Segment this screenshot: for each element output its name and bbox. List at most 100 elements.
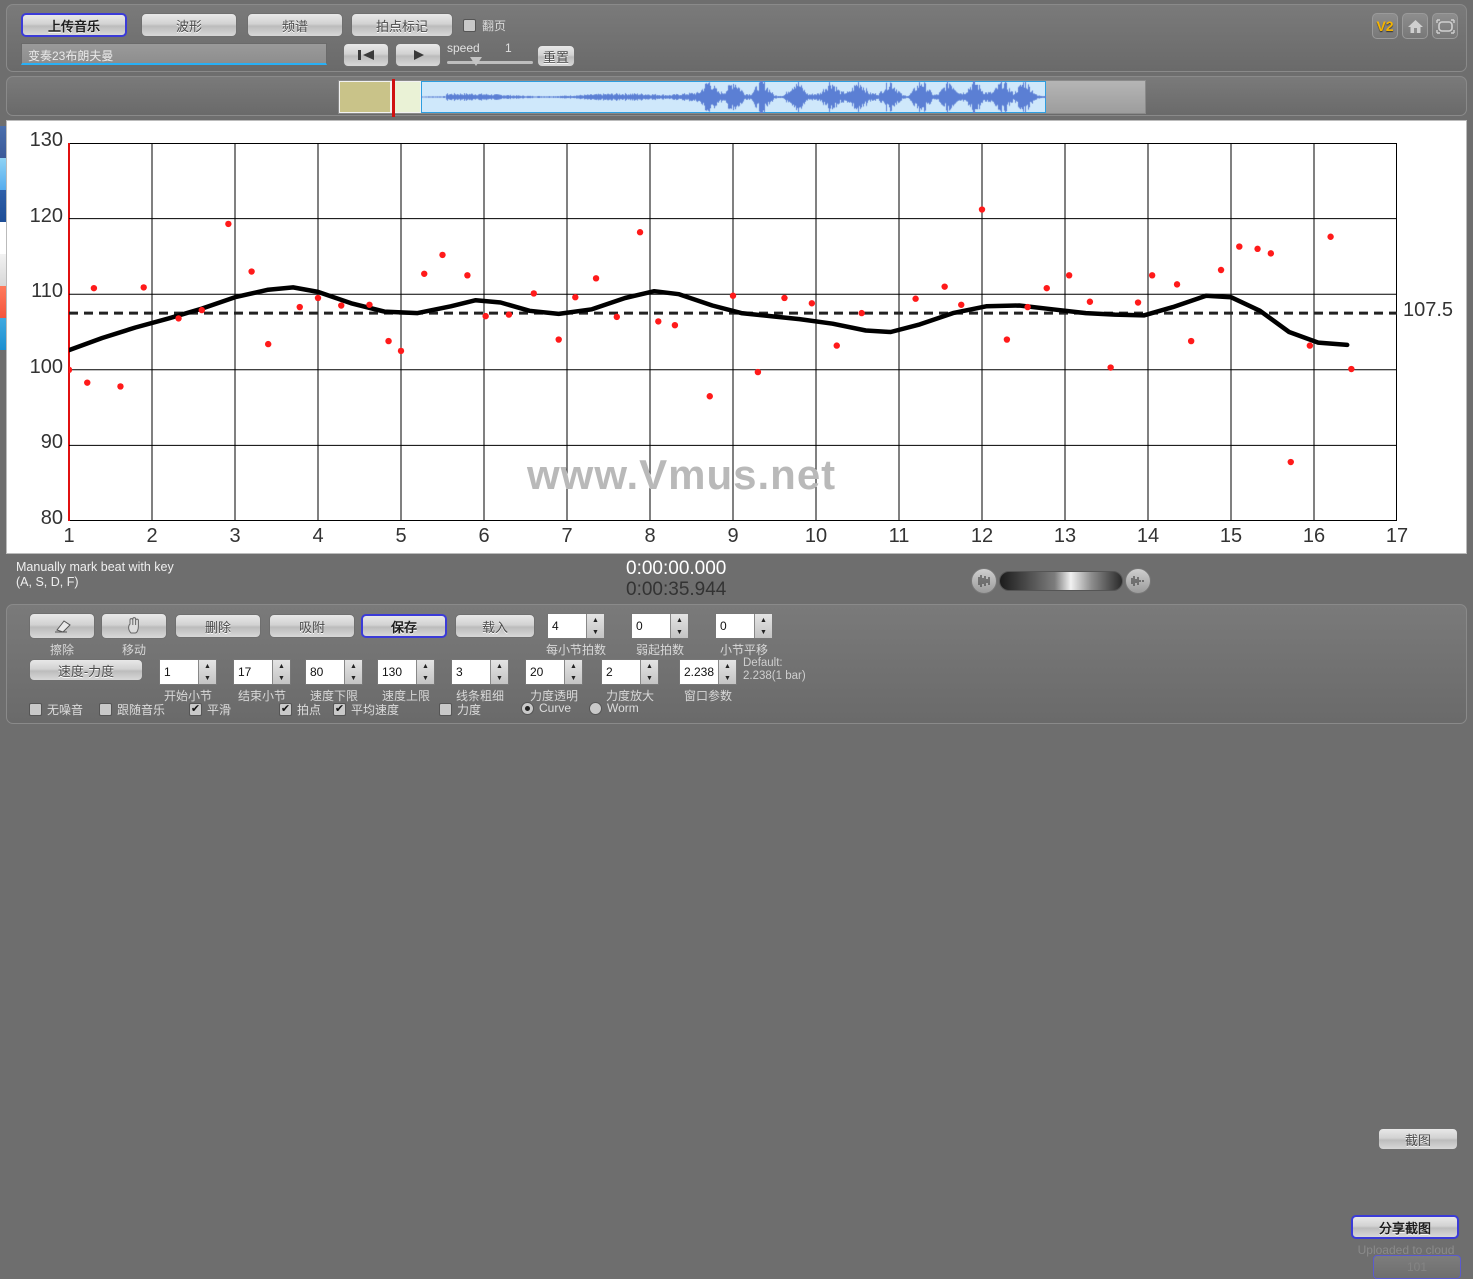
- spinner-up-icon[interactable]: ▲: [671, 614, 688, 626]
- page-turn-checkbox[interactable]: 翻页: [463, 17, 506, 34]
- radio-worm[interactable]: Worm: [589, 701, 639, 715]
- spinner-value[interactable]: 2: [602, 665, 640, 679]
- spinner-arrows[interactable]: ▲ ▼: [344, 660, 362, 684]
- checkbox-平滑[interactable]: ✔ 平滑: [189, 701, 231, 718]
- spinner-arrows[interactable]: ▲ ▼: [670, 614, 688, 638]
- waveform-small-icon[interactable]: [971, 568, 997, 594]
- spinner-arrows[interactable]: ▲ ▼: [564, 660, 582, 684]
- spinner-up-icon[interactable]: ▲: [491, 660, 508, 672]
- waveform-button[interactable]: 波形: [141, 13, 237, 37]
- spinner-field[interactable]: 130 ▲ ▼: [377, 659, 435, 685]
- speed-track[interactable]: [447, 61, 533, 64]
- waveform-dense-icon[interactable]: [1125, 568, 1151, 594]
- spinner-down-icon[interactable]: ▼: [641, 672, 658, 684]
- save-button[interactable]: 保存: [361, 614, 447, 638]
- checkbox-box[interactable]: [439, 703, 452, 716]
- spectrum-button[interactable]: 频谱: [247, 13, 343, 37]
- fullscreen-icon[interactable]: [1432, 13, 1458, 39]
- share-screenshot-button[interactable]: 分享截图: [1351, 1215, 1459, 1239]
- filename-input[interactable]: 变奏23布朗夫曼: [21, 43, 327, 65]
- spinner-value[interactable]: 0: [716, 619, 754, 633]
- spinner-up-icon[interactable]: ▲: [641, 660, 658, 672]
- spinner-down-icon[interactable]: ▼: [491, 672, 508, 684]
- radio-circle[interactable]: [589, 701, 602, 715]
- spinner-down-icon[interactable]: ▼: [587, 626, 604, 638]
- spinner-up-icon[interactable]: ▲: [587, 614, 604, 626]
- spinner-field[interactable]: 0 ▲ ▼: [631, 613, 689, 639]
- waveform-region-light[interactable]: [391, 81, 421, 113]
- checkbox-box[interactable]: [463, 19, 476, 32]
- spinner-value[interactable]: 130: [378, 665, 416, 679]
- spinner-field[interactable]: 20 ▲ ▼: [525, 659, 583, 685]
- volume-slider[interactable]: [971, 568, 1151, 594]
- play-button[interactable]: [395, 43, 441, 67]
- spinner-arrows[interactable]: ▲ ▼: [490, 660, 508, 684]
- spinner-value[interactable]: 4: [548, 619, 586, 633]
- spinner-down-icon[interactable]: ▼: [273, 672, 290, 684]
- spinner-up-icon[interactable]: ▲: [273, 660, 290, 672]
- spinner-arrows[interactable]: ▲ ▼: [272, 660, 290, 684]
- spinner-up-icon[interactable]: ▲: [417, 660, 434, 672]
- spinner-down-icon[interactable]: ▼: [199, 672, 216, 684]
- upload-music-button[interactable]: 上传音乐: [21, 13, 127, 37]
- v2-badge-icon[interactable]: V2: [1372, 13, 1398, 39]
- radio-circle[interactable]: [521, 701, 534, 715]
- waveform-overview-bar[interactable]: [6, 76, 1467, 117]
- spinner-arrows[interactable]: ▲ ▼: [416, 660, 434, 684]
- spinner-down-icon[interactable]: ▼: [719, 672, 736, 684]
- checkbox-平均速度[interactable]: ✔ 平均速度: [333, 701, 399, 718]
- spinner-value[interactable]: 20: [526, 665, 564, 679]
- spinner-field[interactable]: 3 ▲ ▼: [451, 659, 509, 685]
- spinner-value[interactable]: 17: [234, 665, 272, 679]
- checkbox-拍点[interactable]: ✔ 拍点: [279, 701, 321, 718]
- checkbox-box[interactable]: [29, 703, 42, 716]
- checkbox-box[interactable]: [99, 703, 112, 716]
- speed-knob[interactable]: [470, 57, 482, 66]
- spinner-arrows[interactable]: ▲ ▼: [640, 660, 658, 684]
- cloud-count-button[interactable]: 101: [1373, 1255, 1461, 1279]
- radio-curve[interactable]: Curve: [521, 701, 571, 715]
- spinner-field[interactable]: 2.238 ▲ ▼: [679, 659, 737, 685]
- spinner-arrows[interactable]: ▲ ▼: [586, 614, 604, 638]
- checkbox-box[interactable]: ✔: [189, 703, 202, 716]
- screenshot-button[interactable]: 截图: [1378, 1128, 1458, 1150]
- spinner-field[interactable]: 4 ▲ ▼: [547, 613, 605, 639]
- spinner-field[interactable]: 1 ▲ ▼: [159, 659, 217, 685]
- waveform-track[interactable]: [338, 79, 1146, 117]
- playhead-marker[interactable]: [392, 79, 395, 117]
- waveform-region-olive[interactable]: [339, 81, 391, 113]
- skip-to-start-button[interactable]: [343, 43, 389, 67]
- spinner-up-icon[interactable]: ▲: [719, 660, 736, 672]
- spinner-field[interactable]: 0 ▲ ▼: [715, 613, 773, 639]
- spinner-down-icon[interactable]: ▼: [671, 626, 688, 638]
- spinner-up-icon[interactable]: ▲: [345, 660, 362, 672]
- spinner-down-icon[interactable]: ▼: [417, 672, 434, 684]
- speed-slider[interactable]: speed 1: [447, 39, 533, 71]
- spinner-down-icon[interactable]: ▼: [755, 626, 772, 638]
- beat-mark-button[interactable]: 拍点标记: [351, 13, 453, 37]
- delete-button[interactable]: 删除: [175, 614, 261, 638]
- tempo-chart-panel[interactable]: www.Vmus.net 80 90 100 110 120 130 1234567891…: [6, 120, 1467, 554]
- tempo-dynamics-button[interactable]: 速度-力度: [29, 659, 143, 681]
- spinner-arrows[interactable]: ▲ ▼: [198, 660, 216, 684]
- snap-button[interactable]: 吸附: [269, 614, 355, 638]
- spinner-up-icon[interactable]: ▲: [199, 660, 216, 672]
- spinner-field[interactable]: 2 ▲ ▼: [601, 659, 659, 685]
- checkbox-box[interactable]: ✔: [279, 703, 292, 716]
- spinner-up-icon[interactable]: ▲: [565, 660, 582, 672]
- spinner-up-icon[interactable]: ▲: [755, 614, 772, 626]
- checkbox-无噪音[interactable]: 无噪音: [29, 701, 83, 718]
- spinner-arrows[interactable]: ▲ ▼: [718, 660, 736, 684]
- checkbox-box[interactable]: ✔: [333, 703, 346, 716]
- spinner-value[interactable]: 80: [306, 665, 344, 679]
- spinner-value[interactable]: 2.238: [680, 665, 718, 679]
- checkbox-跟随音乐[interactable]: 跟随音乐: [99, 701, 165, 718]
- spinner-field[interactable]: 80 ▲ ▼: [305, 659, 363, 685]
- spinner-arrows[interactable]: ▲ ▼: [754, 614, 772, 638]
- move-tool-button[interactable]: [101, 613, 167, 639]
- spinner-value[interactable]: 3: [452, 665, 490, 679]
- spinner-field[interactable]: 17 ▲ ▼: [233, 659, 291, 685]
- erase-tool-button[interactable]: [29, 613, 95, 639]
- spinner-value[interactable]: 1: [160, 665, 198, 679]
- load-button[interactable]: 载入: [455, 614, 535, 638]
